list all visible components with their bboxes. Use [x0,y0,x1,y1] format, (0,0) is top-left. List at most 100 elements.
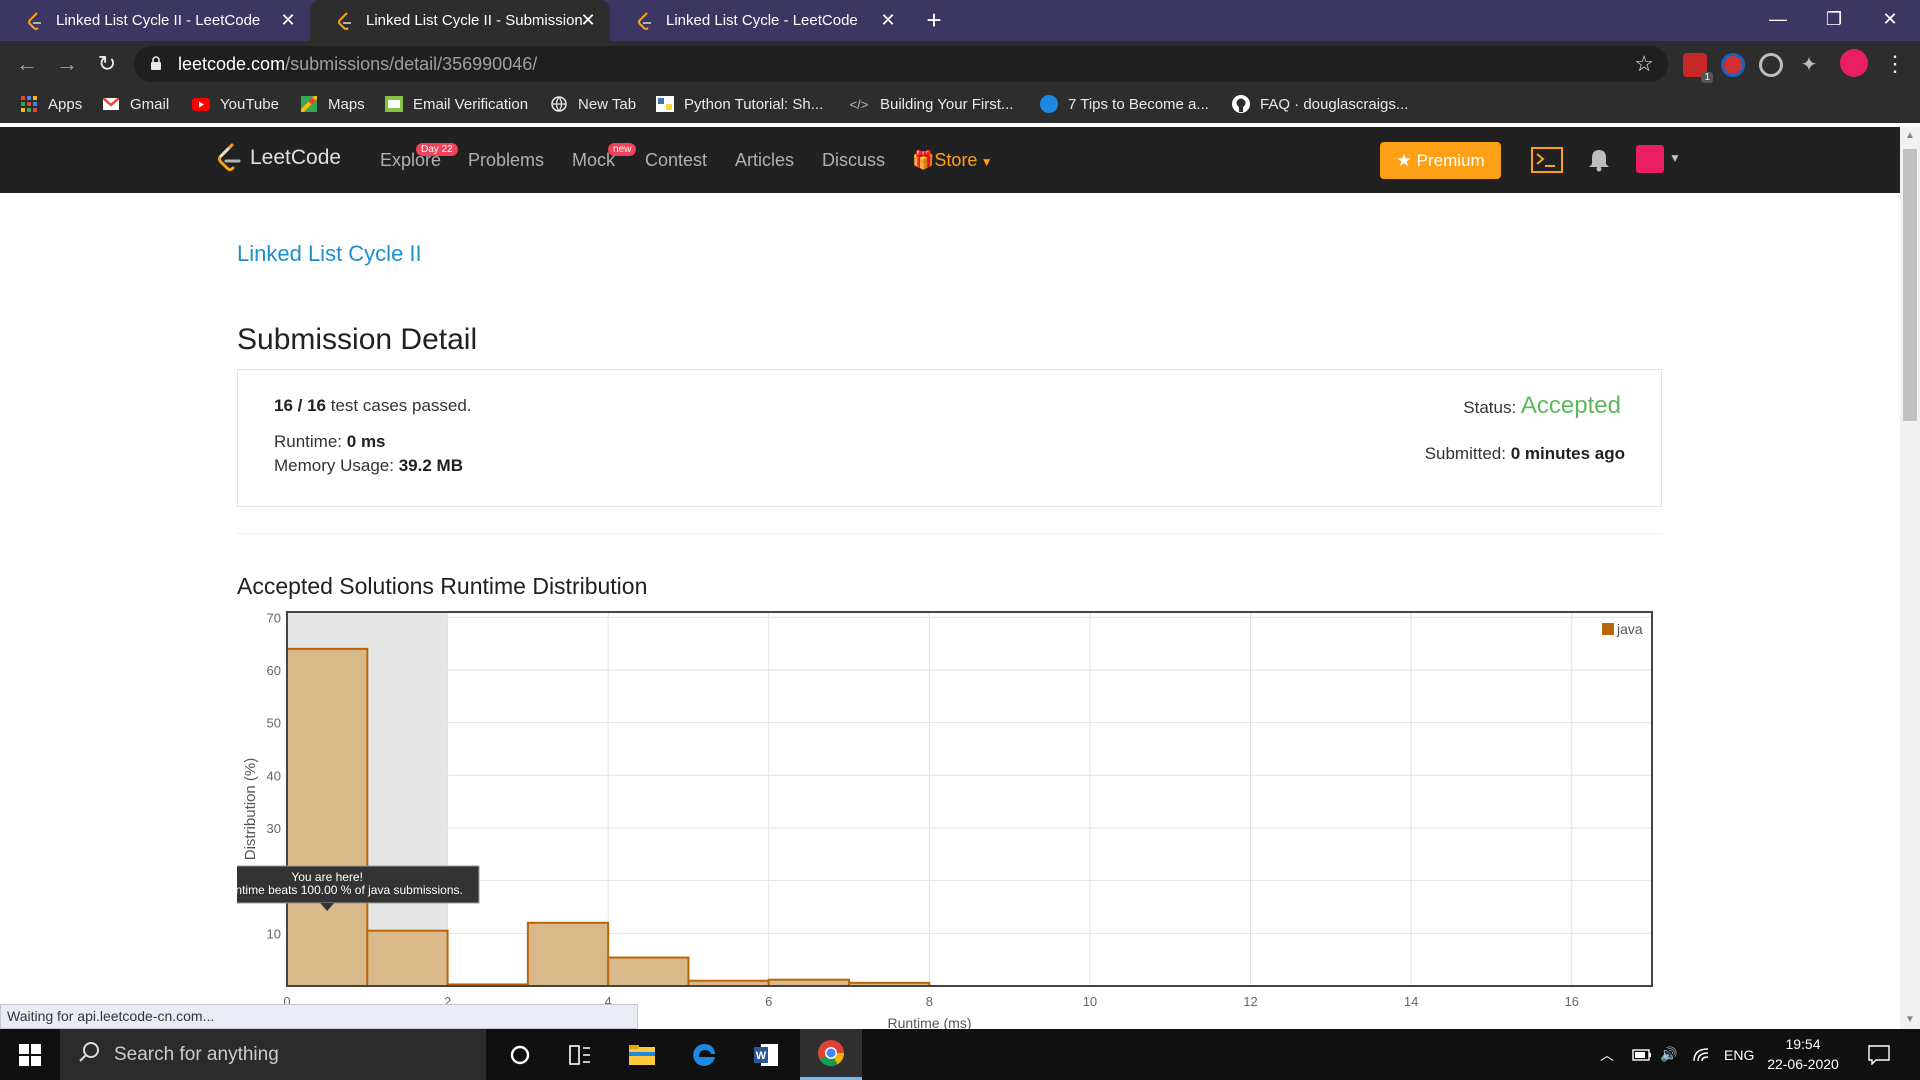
bookmark-email-verification[interactable]: Email Verification [385,95,528,113]
nav-discuss[interactable]: Discuss [822,150,885,171]
notification-bell-icon[interactable] [1588,148,1610,177]
clock-date: 22-06-2020 [1767,1056,1839,1072]
browser-tab-bar: Linked List Cycle II - LeetCode ✕ Linked… [0,0,1920,41]
email-verification-icon [385,95,403,113]
nav-problems[interactable]: Problems [468,150,544,171]
minimize-icon[interactable]: — [1750,0,1806,41]
tab-submission[interactable]: Linked List Cycle II - Submission D ✕ [310,0,610,41]
new-tab-button[interactable]: + [918,4,950,36]
bookmark-7-tips[interactable]: 7 Tips to Become a... [1040,95,1209,113]
scrollbar-thumb[interactable] [1903,149,1917,421]
code-icon: </> [849,96,869,112]
tab-title: Linked List Cycle - LeetCode [666,12,858,29]
edge-browser-icon[interactable] [674,1029,734,1080]
y-axis-label: Distribution (%) [242,758,259,861]
python-tutorial-icon [656,95,674,113]
forward-icon[interactable]: → [52,49,82,79]
runtime-value: 0 ms [346,432,386,451]
svg-text:W: W [756,1050,767,1062]
cortana-icon[interactable] [490,1029,550,1080]
reload-icon[interactable]: ↻ [92,49,122,79]
chrome-menu-icon[interactable]: ⋮ [1880,49,1910,79]
back-icon[interactable]: ← [12,49,42,79]
close-window-icon[interactable]: ✕ [1862,0,1918,41]
windows-start-icon[interactable] [0,1029,60,1080]
premium-button[interactable]: ★ Premium [1380,142,1501,179]
leetcode-favicon-icon [636,11,654,30]
runtime-row: Runtime: 0 ms [274,432,386,452]
tab-title: Linked List Cycle II - Submission D [366,12,584,29]
bookmark-maps[interactable]: Maps [300,95,365,113]
test-cases-count: 16 / 16 [274,396,326,415]
status-accepted-badge: Accepted [1520,392,1621,419]
memory-row: Memory Usage: 39.2 MB [274,456,463,476]
y-tick-label: 60 [267,663,281,678]
submission-detail-box: 16 / 16 test cases passed. Runtime: 0 ms… [237,369,1662,507]
chrome-taskbar-icon[interactable] [800,1029,862,1080]
bookmark-label: New Tab [578,95,637,113]
tab-linked-list-cycle-ii[interactable]: Linked List Cycle II - LeetCode ✕ [0,0,310,41]
problem-title-link[interactable]: Linked List Cycle II [237,241,422,267]
address-bar[interactable]: leetcode.com/submissions/detail/35699004… [134,46,1668,82]
show-hidden-icons-icon[interactable]: ︿ [1600,1029,1614,1080]
bookmark-building-first[interactable]: </> Building Your First... [848,95,1014,113]
extensions-puzzle-icon[interactable]: ✦ [1797,53,1821,77]
tab-close-icon[interactable]: ✕ [878,10,898,30]
page-scrollbar[interactable]: ▲ ▼ [1900,127,1920,1029]
battery-icon[interactable] [1632,1029,1652,1080]
nav-contest[interactable]: Contest [645,150,707,171]
scroll-up-arrow-icon[interactable]: ▲ [1900,127,1920,145]
explore-day-badge: Day 22 [416,143,458,156]
tab-close-icon[interactable]: ✕ [278,10,298,30]
bookmark-label: FAQ · douglascraigs... [1260,95,1409,113]
histogram-bar [526,921,610,987]
taskbar-search-box[interactable]: Search for anything [60,1029,486,1080]
bookmark-new-tab[interactable]: New Tab [550,95,636,113]
gmail-icon [102,95,120,113]
task-view-icon[interactable] [550,1029,610,1080]
bookmark-label: Python Tutorial: Sh... [684,95,824,113]
maps-icon [300,95,318,113]
nav-store[interactable]: 🎁Store ▼ [912,150,993,171]
taskbar-search-placeholder: Search for anything [114,1043,279,1065]
memory-value: 39.2 MB [398,456,463,475]
distribution-title: Accepted Solutions Runtime Distribution [237,573,648,599]
test-cases-summary: 16 / 16 test cases passed. [274,396,472,416]
tab-close-icon[interactable]: ✕ [578,10,598,30]
extension-globe-icon[interactable] [1721,53,1745,77]
notifications-icon[interactable] [1868,1029,1890,1080]
bookmark-label: 7 Tips to Become a... [1068,95,1209,113]
bookmark-python-tutorial[interactable]: Python Tutorial: Sh... [656,95,823,113]
nav-articles[interactable]: Articles [735,150,794,171]
bookmark-label: Email Verification [413,95,529,113]
scroll-down-arrow-icon[interactable]: ▼ [1900,1011,1920,1029]
bookmark-star-icon[interactable]: ☆ [1634,51,1654,77]
bookmark-label: Apps [48,95,83,113]
playground-icon[interactable] [1530,145,1564,180]
file-explorer-icon[interactable] [612,1029,672,1080]
avatar-caret-icon[interactable]: ▼ [1669,151,1681,165]
bookmark-label: Maps [328,95,365,113]
volume-icon[interactable]: 🔊 [1660,1029,1677,1080]
profile-avatar[interactable] [1840,49,1868,77]
leetcode-favicon-icon [336,11,354,30]
store-label: Store [934,150,978,170]
word-icon[interactable]: W [736,1029,796,1080]
extension-adblock-icon[interactable]: 1 [1683,53,1713,83]
bookmark-apps[interactable]: Apps [20,95,82,113]
bookmark-youtube[interactable]: YouTube [192,95,279,113]
tab-linked-list-cycle[interactable]: Linked List Cycle - LeetCode ✕ [610,0,910,41]
bookmark-faq[interactable]: FAQ · douglascraigs... [1232,95,1408,113]
bookmark-label: Building Your First... [880,95,1014,113]
user-avatar[interactable] [1636,145,1664,173]
extension-refresh-icon[interactable] [1759,53,1783,77]
browser-toolbar: ← → ↻ leetcode.com/submissions/detail/35… [0,41,1920,87]
system-clock[interactable]: 19:54 22-06-2020 [1764,1034,1842,1074]
restore-icon[interactable]: ❐ [1806,0,1862,41]
leetcode-logo[interactable]: LeetCode [216,143,341,173]
bookmark-gmail[interactable]: Gmail [102,95,169,113]
input-language[interactable]: ENG [1724,1029,1754,1080]
wifi-icon[interactable] [1692,1029,1710,1080]
leetcode-favicon-icon [26,11,44,30]
gift-icon: 🎁 [912,150,935,170]
